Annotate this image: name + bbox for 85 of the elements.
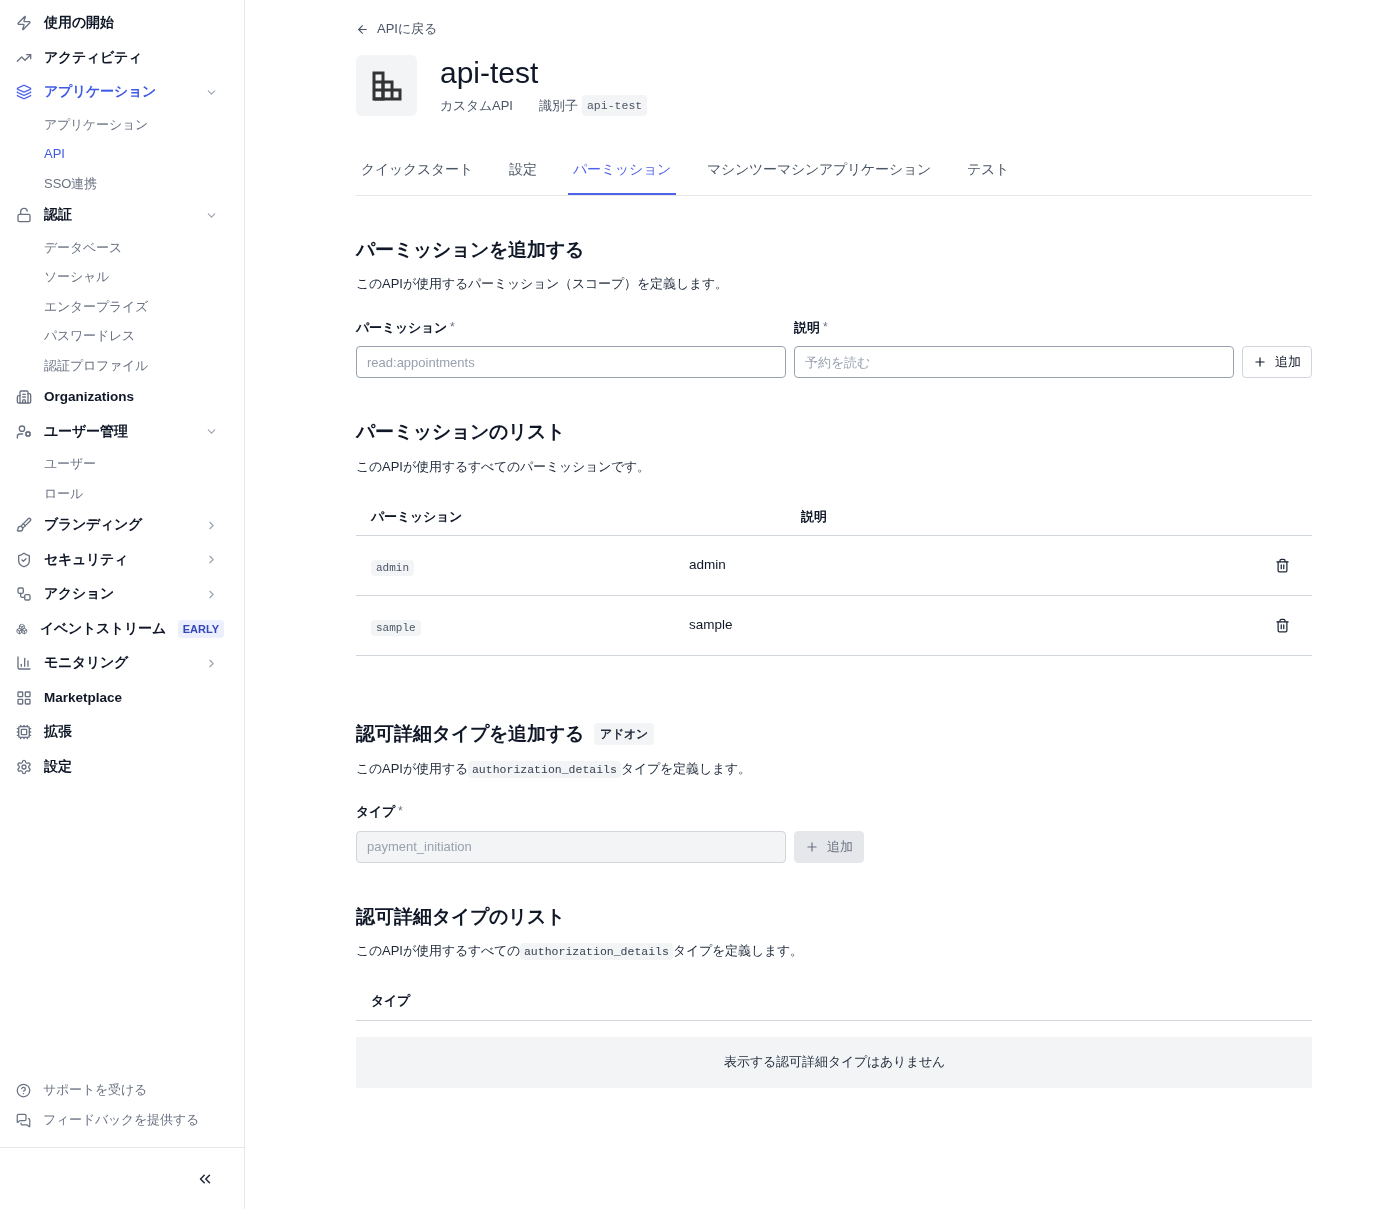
chat-bubbles-icon: [16, 1112, 31, 1128]
section-description: このAPIが使用するパーミッション（スコープ）を定義します。: [356, 275, 729, 293]
sidebar-subitem[interactable]: アプリケーション: [16, 109, 228, 139]
route-icon: [16, 586, 32, 603]
footer-link[interactable]: フィードバックを提供する: [16, 1105, 228, 1135]
sidebar-item[interactable]: 使用の開始: [16, 6, 228, 41]
sidebar-item[interactable]: 認証: [16, 198, 228, 233]
add-button[interactable]: 追加: [1242, 346, 1312, 378]
sidebar-item[interactable]: 拡張: [16, 715, 228, 750]
section-title: 認可詳細タイプのリスト: [356, 904, 566, 929]
sidebar-item[interactable]: セキュリティ: [16, 542, 228, 577]
sidebar-item[interactable]: ユーザー管理: [16, 414, 228, 449]
required-asterisk: *: [823, 318, 828, 336]
plus-icon: [1253, 355, 1267, 369]
delete-button[interactable]: [1275, 558, 1290, 573]
column-header: パーミッション: [369, 507, 463, 526]
back-link[interactable]: APIに戻る: [356, 20, 1312, 38]
sidebar-item[interactable]: 設定: [16, 749, 228, 784]
api-title: api-test: [440, 55, 540, 91]
empty-state-message: 表示する認可詳細タイプはありません: [356, 1036, 1312, 1088]
field-label: パーミッション: [356, 318, 447, 337]
column-header: タイプ: [370, 992, 410, 1011]
required-asterisk: *: [398, 803, 403, 820]
section-title: 認可詳細タイプを追加する: [356, 722, 584, 746]
sidebar-subitem[interactable]: SSO連携: [16, 168, 228, 198]
section-title: パーミッションを追加する: [356, 237, 585, 262]
trash-icon: [1275, 618, 1290, 633]
text-input[interactable]: read:appointments: [356, 346, 786, 378]
permission-cell: sample: [371, 619, 421, 636]
plus-icon: [805, 839, 819, 854]
sidebar-subitem[interactable]: 認証プロファイル: [16, 350, 228, 380]
section-description: このAPIが使用するすべてのパーミッションです。: [356, 457, 651, 476]
bolt-icon: [16, 15, 32, 32]
section-description: このAPIが使用する authorization_details タイプを定義します。: [356, 759, 752, 778]
description-cell-text: sample: [689, 616, 734, 635]
settings-icon: [16, 758, 32, 775]
tab[interactable]: クイックスタート: [356, 160, 478, 195]
sidebar-item[interactable]: アクティビティ: [16, 40, 228, 75]
field-label: 説明: [794, 318, 820, 337]
sidebar-item[interactable]: アプリケーション: [16, 75, 228, 110]
sidebar-subitem[interactable]: パスワードレス: [16, 321, 228, 351]
tab[interactable]: テスト: [962, 160, 1014, 195]
unlocked-padlock-icon: [16, 207, 32, 224]
user-icon: [16, 423, 32, 440]
bar-chart-icon: [16, 655, 32, 672]
sidebar-item[interactable]: モニタリング: [16, 646, 228, 681]
sidebar-subitem[interactable]: API: [16, 139, 228, 169]
tab[interactable]: マシンツーマシンアプリケーション: [702, 160, 936, 195]
column-header: 説明: [801, 507, 827, 526]
addon-badge: アドオン: [594, 723, 654, 746]
sidebar-item[interactable]: イベントストリーム EARLY: [16, 611, 228, 646]
tab[interactable]: パーミッション: [568, 160, 676, 195]
required-asterisk: *: [450, 318, 455, 336]
chip-icon: [16, 724, 32, 741]
arrow-left-icon: [356, 22, 369, 36]
trash-icon: [1275, 558, 1290, 573]
sidebar-subitem[interactable]: ユーザー: [16, 449, 228, 479]
sidebar-subitem[interactable]: ロール: [16, 478, 228, 508]
sidebar-item[interactable]: Organizations: [16, 380, 228, 415]
permission-cell: admin: [371, 559, 414, 576]
sidebar-subitem[interactable]: データベース: [16, 232, 228, 262]
sidebar-item[interactable]: Marketplace: [16, 680, 228, 715]
sidebar-item[interactable]: ブランディング: [16, 508, 228, 543]
description-cell-text: admin: [689, 556, 727, 575]
section-description: このAPIが使用するすべての authorization_details タイプを定義します。: [356, 942, 804, 961]
early-badge: EARLY: [177, 619, 224, 638]
shield-check-icon: [16, 551, 32, 568]
field-label: タイプ: [356, 803, 395, 821]
delete-button[interactable]: [1275, 618, 1290, 633]
identifier-label: 識別子: [538, 96, 578, 115]
text-input[interactable]: 予約を読む: [794, 346, 1234, 378]
layers-icon: [16, 84, 32, 101]
building-icon: [16, 389, 32, 406]
api-type: カスタムAPI: [440, 96, 513, 115]
identifier-value: api-test: [581, 95, 648, 117]
section-title: パーミッションのリスト: [356, 420, 566, 444]
brush-icon: [16, 517, 32, 534]
tab[interactable]: 設定: [504, 160, 542, 195]
grid-plus-icon: [16, 689, 32, 706]
footer-link[interactable]: サポートを受ける: [16, 1075, 228, 1105]
sidebar-subitem[interactable]: エンタープライズ: [16, 291, 228, 321]
help-icon: [16, 1082, 31, 1098]
sidebar-subitem[interactable]: ソーシャル: [16, 262, 228, 292]
building-blocks-icon: [370, 69, 403, 102]
sidebar-item[interactable]: アクション: [16, 577, 228, 612]
